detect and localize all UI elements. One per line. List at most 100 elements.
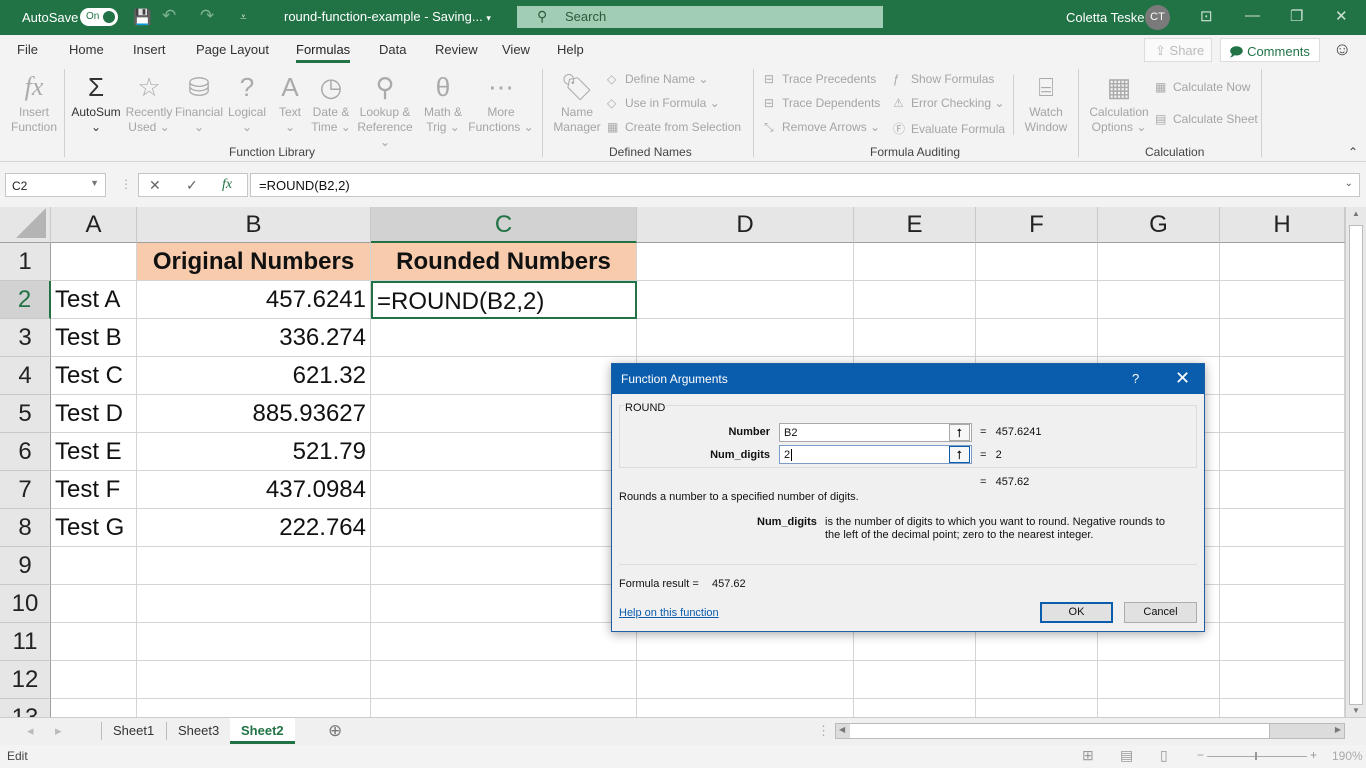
cell-c1[interactable]: Rounded Numbers [371,243,637,281]
cell-d1[interactable] [637,243,854,281]
cell-c12[interactable] [371,661,637,699]
enter-icon[interactable]: ✓ [186,177,198,194]
page-break-view-icon[interactable]: ▯ [1160,747,1168,764]
sheet-tab-sheet3[interactable]: Sheet3 [178,723,219,738]
tab-help[interactable]: Help [557,42,584,57]
cell-g3[interactable] [1098,319,1220,357]
cell-e1[interactable] [854,243,976,281]
scroll-up-icon[interactable]: ▲ [1352,209,1360,218]
tab-home[interactable]: Home [69,42,104,57]
collapse-dialog-icon[interactable]: ⭡ [949,424,970,441]
close-icon[interactable]: ✕ [1335,7,1348,25]
cell-a4[interactable]: Test C [51,357,137,395]
collapse-ribbon-icon[interactable]: ⌃ [1348,145,1358,159]
row-header-9[interactable]: 9 [0,547,51,585]
cell-c3[interactable] [371,319,637,357]
normal-view-icon[interactable]: ⊞ [1082,747,1094,764]
cell-c10[interactable] [371,585,637,623]
cell-g13[interactable] [1098,699,1220,717]
cell-b1[interactable]: Original Numbers [137,243,371,281]
cell-b5[interactable]: 885.93627 [137,395,371,433]
name-box[interactable]: C2 ▼ [5,173,106,197]
minimize-icon[interactable]: — [1245,7,1260,24]
add-sheet-icon[interactable]: ⊕ [328,721,342,741]
cell-a7[interactable]: Test F [51,471,137,509]
cell-b10[interactable] [137,585,371,623]
create-from-selection-button[interactable]: ▦ Create from Selection [607,120,741,134]
row-header-5[interactable]: 5 [0,395,51,433]
column-header-e[interactable]: E [854,207,976,243]
cell-c11[interactable] [371,623,637,661]
prev-sheet-icon[interactable]: ◂ [27,723,34,739]
cell-d12[interactable] [637,661,854,699]
vertical-scroll-thumb[interactable] [1349,225,1363,705]
help-on-function-link[interactable]: Help on this function [619,607,719,619]
vertical-scrollbar[interactable]: ▲ ▼ [1345,207,1366,717]
row-header-4[interactable]: 4 [0,357,51,395]
name-manager-button[interactable]: 🏷 Name Manager [550,69,604,135]
horizontal-scrollbar[interactable]: ◀ ▶ [835,723,1345,739]
cell-h9[interactable] [1220,547,1345,585]
zoom-level[interactable]: 190% [1332,749,1363,763]
horizontal-scroll-thumb[interactable] [850,724,1270,738]
row-header-8[interactable]: 8 [0,509,51,547]
expand-formula-bar-icon[interactable]: ⌄ [1345,178,1353,189]
cell-b3[interactable]: 336.274 [137,319,371,357]
document-title[interactable]: round-function-example - Saving... ▾ [284,9,491,24]
collapse-dialog-icon[interactable]: ⭡ [949,446,970,463]
cell-e2[interactable] [854,281,976,319]
row-header-13[interactable]: 13 [0,699,51,717]
cell-a6[interactable]: Test E [51,433,137,471]
select-all-button[interactable] [0,207,51,243]
column-header-f[interactable]: F [976,207,1098,243]
scroll-left-icon[interactable]: ◀ [839,725,845,734]
cell-e13[interactable] [854,699,976,717]
cell-h13[interactable] [1220,699,1345,717]
number-input[interactable]: B2 [779,423,972,442]
cell-b2[interactable]: 457.6241 [137,281,371,319]
cell-a10[interactable] [51,585,137,623]
evaluate-formula-button[interactable]: Ⓕ Evaluate Formula [893,120,1005,137]
cell-b12[interactable] [137,661,371,699]
cell-b6[interactable]: 521.79 [137,433,371,471]
row-header-6[interactable]: 6 [0,433,51,471]
cell-g1[interactable] [1098,243,1220,281]
cell-h1[interactable] [1220,243,1345,281]
cell-e12[interactable] [854,661,976,699]
row-header-11[interactable]: 11 [0,623,51,661]
tab-formulas[interactable]: Formulas [296,42,351,63]
zoom-slider-thumb[interactable] [1255,752,1257,760]
define-name-button[interactable]: ◇ Define Name ⌄ [607,72,708,86]
cancel-button[interactable]: Cancel [1124,602,1197,623]
trace-dependents-button[interactable]: ⊟ Trace Dependents [764,96,880,110]
cell-h6[interactable] [1220,433,1345,471]
cell-a8[interactable]: Test G [51,509,137,547]
trace-precedents-button[interactable]: ⊟ Trace Precedents [764,72,876,86]
cell-f13[interactable] [976,699,1098,717]
financial-button[interactable]: ⛁ Financial ⌄ [174,69,224,135]
cell-f2[interactable] [976,281,1098,319]
autosum-button[interactable]: Σ AutoSum ⌄ [68,69,124,135]
cell-h11[interactable] [1220,623,1345,661]
use-in-formula-button[interactable]: ◇ Use in Formula ⌄ [607,96,720,110]
column-header-a[interactable]: A [51,207,137,243]
row-header-1[interactable]: 1 [0,243,51,281]
cell-h10[interactable] [1220,585,1345,623]
math-trig-button[interactable]: θ Math & Trig ⌄ [418,69,468,135]
formula-input[interactable]: =ROUND(B2,2) ⌄ [250,173,1360,197]
cell-c8[interactable] [371,509,637,547]
tab-data[interactable]: Data [379,42,406,57]
cell-h8[interactable] [1220,509,1345,547]
autosave-toggle[interactable]: On [80,8,118,26]
comments-button[interactable]: 🗩 Comments [1220,38,1320,62]
cell-a3[interactable]: Test B [51,319,137,357]
cell-g2[interactable] [1098,281,1220,319]
row-header-12[interactable]: 12 [0,661,51,699]
text-button[interactable]: A Text ⌄ [272,69,308,135]
zoom-out-icon[interactable]: − [1197,748,1204,762]
cell-a12[interactable] [51,661,137,699]
cell-b8[interactable]: 222.764 [137,509,371,547]
scroll-down-icon[interactable]: ▼ [1352,706,1360,715]
cell-c5[interactable] [371,395,637,433]
calculate-now-button[interactable]: ▦ Calculate Now [1155,80,1250,94]
